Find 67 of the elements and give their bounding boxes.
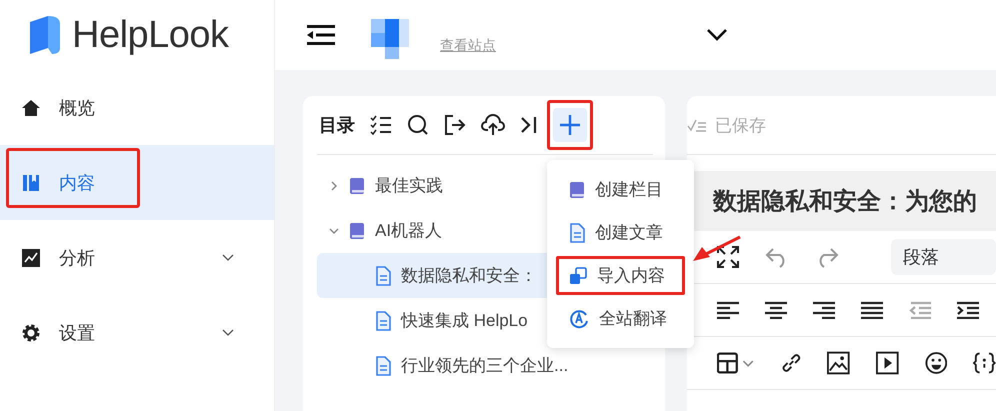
chevron-down-icon: [222, 328, 234, 336]
document-title: 数据隐私和安全：为您的: [713, 187, 977, 217]
chevron-down-icon[interactable]: [706, 28, 728, 42]
plus-icon: [559, 114, 581, 136]
book-icon: [349, 176, 365, 194]
book-icon: [569, 180, 585, 198]
chevron-down-icon: [222, 254, 234, 262]
search-icon[interactable]: [407, 114, 429, 136]
add-button[interactable]: [553, 108, 587, 142]
save-status: 已保存: [715, 114, 766, 136]
document-icon: [375, 310, 391, 330]
fullscreen-icon[interactable]: [717, 246, 739, 268]
sidebar-item[interactable]: 内容: [0, 145, 274, 220]
menu-item[interactable]: 全站翻译: [547, 297, 694, 340]
brand-name: HelpLook: [72, 14, 229, 56]
sidebar-item[interactable]: 分析: [0, 220, 274, 295]
document-icon: [569, 222, 585, 242]
sidebar-label: 分析: [59, 246, 96, 270]
book-icon: [349, 222, 365, 240]
upload-cloud-icon[interactable]: [481, 114, 505, 136]
block-format-select[interactable]: 段落: [891, 239, 996, 275]
justify-icon[interactable]: [861, 301, 883, 319]
menu-item[interactable]: 创建文章: [547, 211, 694, 254]
annotation-arrow: [692, 235, 742, 263]
indent-icon[interactable]: [957, 301, 979, 319]
emoji-icon[interactable]: [924, 351, 948, 375]
chevron-icon: [329, 226, 339, 236]
sidebar-label: 概览: [59, 96, 96, 120]
collapse-icon[interactable]: [520, 116, 538, 134]
sidebar-label: 设置: [59, 322, 96, 344]
align-left-icon[interactable]: [717, 301, 739, 319]
menu-label: 导入内容: [597, 265, 665, 287]
image-icon[interactable]: [827, 351, 850, 375]
tree-label: 行业领先的三个企业...: [401, 355, 568, 377]
import-icon: [569, 266, 587, 284]
gear-icon: [21, 322, 41, 342]
link-icon[interactable]: [780, 352, 802, 374]
menu-label: 创建文章: [595, 222, 663, 244]
catalog-title: 目录: [319, 114, 355, 137]
table-icon[interactable]: [717, 352, 755, 374]
home-icon: [21, 98, 41, 118]
exit-icon[interactable]: [444, 114, 466, 136]
align-center-icon[interactable]: [765, 301, 787, 319]
translate-icon: [569, 308, 589, 328]
menu-icon[interactable]: [307, 25, 335, 45]
sidebar-label: 内容: [59, 172, 96, 194]
document-icon: [375, 356, 391, 376]
code-block-icon[interactable]: [973, 352, 996, 374]
tree-label: 数据隐私和安全：: [401, 265, 537, 287]
sidebar-item[interactable]: 设置: [0, 295, 274, 370]
sidebar-item[interactable]: 概览: [0, 70, 274, 145]
tree-label: 快速集成 HelpLo: [401, 310, 528, 332]
logo-icon: [28, 14, 62, 56]
chevron-icon: [329, 180, 339, 190]
align-right-icon[interactable]: [813, 301, 835, 319]
tree-item[interactable]: 行业领先的三个企业...: [317, 343, 665, 388]
document-icon: [375, 266, 391, 286]
book-icon: [21, 172, 41, 192]
menu-item[interactable]: 创建栏目: [547, 168, 694, 211]
menu-label: 全站翻译: [599, 308, 667, 330]
tree-label: 最佳实践: [375, 175, 443, 197]
video-icon[interactable]: [876, 351, 899, 375]
tree-label: AI机器人: [375, 220, 442, 242]
menu-label: 创建栏目: [595, 179, 663, 201]
chart-icon: [21, 248, 41, 268]
saved-check-icon: [687, 117, 707, 133]
checklist-icon[interactable]: [370, 115, 392, 135]
